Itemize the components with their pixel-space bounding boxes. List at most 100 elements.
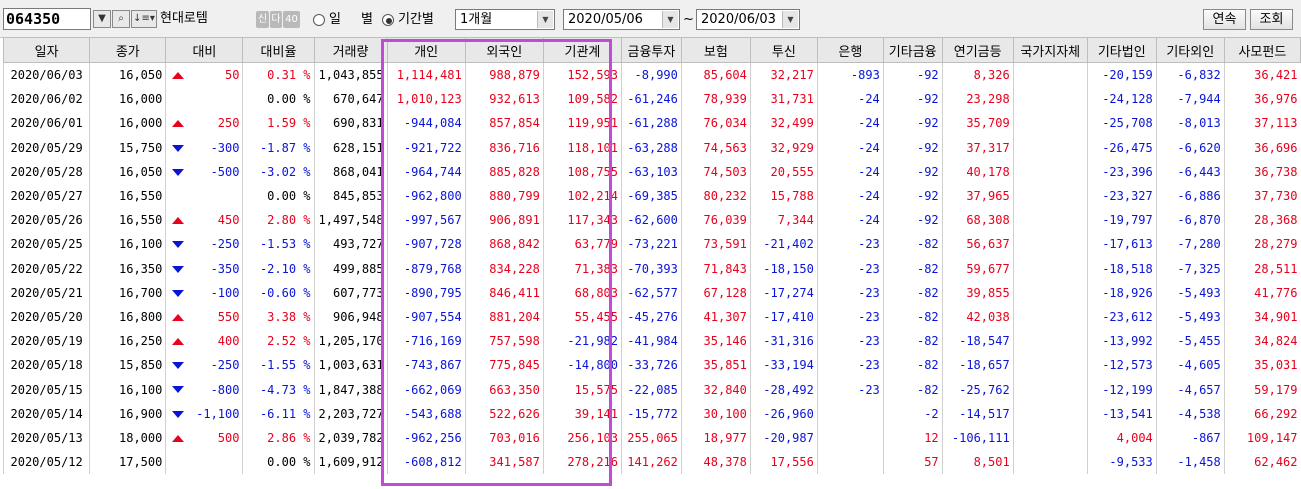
table-row[interactable]: 2020/05/18 15,850 -250 -1.55 % 1,003,631 -743… bbox=[2, 353, 1301, 378]
cell-diff bbox=[165, 450, 243, 475]
margin-badge: 40 bbox=[283, 11, 300, 28]
cell-etccorp: -13,992 bbox=[1086, 329, 1157, 354]
period-select[interactable]: 1개월 ▼ bbox=[455, 9, 555, 30]
column-header-etccorp[interactable]: 기타법인 bbox=[1086, 37, 1157, 63]
table-row[interactable]: 2020/05/21 16,700 -100 -0.60 % 607,773 -890,7… bbox=[2, 280, 1301, 305]
cell-date: 2020/05/13 bbox=[2, 425, 90, 450]
column-header-volume[interactable]: 거래량 bbox=[313, 37, 388, 63]
table-row[interactable]: 2020/05/12 17,500 0.00 % 1,609,912 -608,812 3… bbox=[2, 450, 1301, 475]
cell-trust: -17,274 bbox=[749, 280, 818, 305]
cell-govt bbox=[1012, 256, 1088, 281]
cell-bank: -23 bbox=[816, 256, 884, 281]
table-row[interactable]: 2020/05/25 16,100 -250 -1.53 % 493,727 -907,7… bbox=[2, 232, 1301, 257]
table-row[interactable]: 2020/05/15 16,100 -800 -4.73 % 1,847,388 -662… bbox=[2, 377, 1301, 402]
cell-foreign: 885,828 bbox=[464, 159, 544, 184]
column-header-bank[interactable]: 은행 bbox=[816, 37, 884, 63]
cell-etcfor: -4,605 bbox=[1155, 353, 1225, 378]
column-header-fininv[interactable]: 금융투자 bbox=[621, 37, 682, 63]
continue-button[interactable]: 연속 bbox=[1203, 9, 1246, 30]
column-header-date[interactable]: 일자 bbox=[2, 37, 91, 63]
table-row[interactable]: 2020/06/01 16,000 250 1.59 % 690,831 -944,084… bbox=[2, 111, 1301, 136]
column-header-foreign[interactable]: 외국인 bbox=[464, 37, 544, 63]
search-icon[interactable]: ⌕ bbox=[112, 10, 130, 28]
cell-govt bbox=[1012, 232, 1088, 257]
cell-etccorp: -23,612 bbox=[1086, 304, 1157, 330]
query-button[interactable]: 조회 bbox=[1250, 9, 1293, 30]
cell-govt bbox=[1012, 353, 1088, 378]
date-from-input[interactable]: 2020/05/06 ▼ bbox=[563, 9, 680, 30]
cell-fininv: -63,103 bbox=[621, 159, 682, 184]
chevron-down-icon[interactable]: ▼ bbox=[537, 11, 553, 28]
column-header-inst[interactable]: 기관계 bbox=[542, 37, 623, 63]
cell-etcfin: -92 bbox=[882, 87, 943, 112]
cell-volume: 845,853 bbox=[313, 183, 388, 209]
radio-daily[interactable] bbox=[313, 14, 325, 26]
table-row[interactable]: 2020/05/19 16,250 400 2.52 % 1,205,170 -716,1… bbox=[2, 329, 1301, 354]
cell-volume: 1,205,170 bbox=[313, 329, 388, 354]
cell-etcfor: -8,013 bbox=[1155, 111, 1225, 136]
code-dropdown-button[interactable]: ▼ bbox=[93, 10, 111, 28]
diff-value: 550 bbox=[217, 309, 240, 324]
cell-etccorp: -9,533 bbox=[1086, 450, 1157, 475]
cell-pef: 28,368 bbox=[1223, 208, 1301, 233]
cell-trust: 15,788 bbox=[749, 183, 818, 209]
column-header-govt[interactable]: 국가지자체 bbox=[1012, 37, 1088, 63]
column-header-insur[interactable]: 보험 bbox=[680, 37, 751, 63]
cell-date: 2020/05/25 bbox=[2, 232, 90, 257]
cell-close: 16,350 bbox=[89, 256, 166, 281]
radio-period[interactable] bbox=[382, 14, 394, 26]
column-header-diff[interactable]: 대비 bbox=[165, 37, 244, 63]
sort-menu-icon[interactable]: ↓≡▾ bbox=[131, 10, 157, 28]
cell-trust: 20,555 bbox=[749, 159, 818, 184]
table-row[interactable]: 2020/05/29 15,750 -300 -1.87 % 628,151 -921,7… bbox=[2, 135, 1301, 160]
column-header-pef[interactable]: 사모펀드 bbox=[1223, 37, 1301, 63]
stock-code-input[interactable]: 064350 bbox=[3, 8, 91, 30]
cell-diff bbox=[165, 183, 243, 209]
cell-volume: 1,003,631 bbox=[313, 353, 388, 378]
table-row[interactable]: 2020/05/28 16,050 -500 -3.02 % 868,041 -964,7… bbox=[2, 159, 1301, 184]
cell-pension: 8,326 bbox=[941, 62, 1014, 88]
table-row[interactable]: 2020/05/14 16,900 -1,100 -6.11 % 2,203,727 -5… bbox=[2, 401, 1301, 426]
column-header-etcfor[interactable]: 기타외인 bbox=[1155, 37, 1225, 63]
cell-inst: 71,383 bbox=[542, 256, 622, 281]
table-row[interactable]: 2020/06/02 16,000 0.00 % 670,647 1,010,123 93… bbox=[2, 87, 1301, 112]
cell-trust: -21,402 bbox=[749, 232, 818, 257]
cell-fininv: -33,726 bbox=[621, 353, 682, 378]
cell-etccorp: -12,199 bbox=[1086, 377, 1157, 402]
cell-trust: 32,499 bbox=[749, 111, 818, 136]
chevron-down-icon[interactable]: ▼ bbox=[662, 11, 678, 28]
cell-diff: 250 bbox=[165, 111, 243, 136]
column-header-etcfin[interactable]: 기타금융 bbox=[882, 37, 943, 63]
cell-indiv: -962,800 bbox=[386, 183, 466, 209]
cell-insur: 80,232 bbox=[680, 183, 751, 209]
diff-value: 250 bbox=[217, 116, 240, 131]
cell-govt bbox=[1012, 62, 1088, 88]
cell-fininv: -61,288 bbox=[621, 111, 682, 136]
table-row[interactable]: 2020/05/20 16,800 550 3.38 % 906,948 -907,554… bbox=[2, 304, 1301, 330]
column-header-rate[interactable]: 대비율 bbox=[242, 37, 315, 63]
cell-volume: 1,497,548 bbox=[313, 208, 388, 233]
cell-pension: -18,657 bbox=[941, 353, 1014, 378]
cell-foreign: 932,613 bbox=[464, 87, 544, 112]
cell-govt bbox=[1012, 135, 1088, 160]
column-header-close[interactable]: 종가 bbox=[89, 37, 167, 63]
cell-bank: -24 bbox=[816, 159, 884, 184]
cell-foreign: 906,891 bbox=[464, 208, 544, 233]
table-row[interactable]: 2020/05/26 16,550 450 2.80 % 1,497,548 -997,5… bbox=[2, 208, 1301, 233]
cell-insur: 74,503 bbox=[680, 159, 751, 184]
table-row[interactable]: 2020/06/03 16,050 50 0.31 % 1,043,855 1,114,4… bbox=[2, 62, 1301, 88]
cell-etcfin: -82 bbox=[882, 232, 943, 257]
column-header-trust[interactable]: 투신 bbox=[749, 37, 818, 63]
diff-value: -800 bbox=[210, 382, 240, 397]
table-row[interactable]: 2020/05/22 16,350 -350 -2.10 % 499,885 -879,7… bbox=[2, 256, 1301, 281]
column-header-pension[interactable]: 연기금등 bbox=[941, 37, 1014, 63]
column-header-indiv[interactable]: 개인 bbox=[386, 37, 466, 63]
cell-etcfin: -2 bbox=[882, 401, 943, 426]
cell-bank: -24 bbox=[816, 111, 884, 136]
chevron-down-icon[interactable]: ▼ bbox=[782, 11, 798, 28]
date-to-input[interactable]: 2020/06/03 ▼ bbox=[696, 9, 800, 30]
table-row[interactable]: 2020/05/27 16,550 0.00 % 845,853 -962,800 880… bbox=[2, 183, 1301, 209]
cell-govt bbox=[1012, 183, 1088, 209]
table-row[interactable]: 2020/05/13 18,000 500 2.86 % 2,039,782 -962,2… bbox=[2, 425, 1301, 450]
cell-pef: 28,511 bbox=[1223, 256, 1301, 281]
